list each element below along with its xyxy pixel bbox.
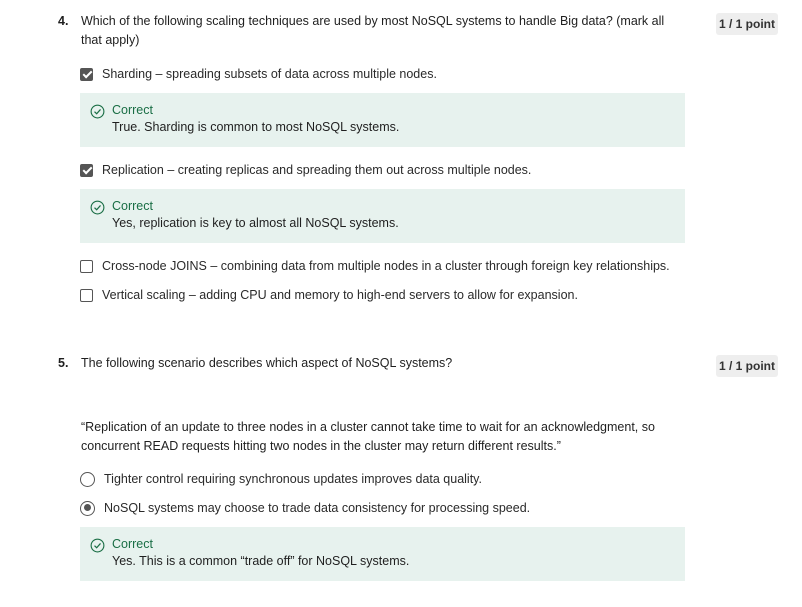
option-label: NoSQL systems may choose to trade data c… [104, 501, 531, 515]
option-replication[interactable]: Replication – creating replicas and spre… [80, 161, 531, 179]
check-circle-icon [90, 104, 105, 119]
score-badge: 1 / 1 point [716, 355, 778, 377]
feedback-title: Correct [112, 199, 153, 213]
option-sharding[interactable]: Sharding – spreading subsets of data acr… [80, 65, 437, 83]
feedback-correct: Correct Yes, replication is key to almos… [80, 189, 685, 243]
radio-selected[interactable] [80, 500, 95, 516]
question-number: 5. [58, 356, 69, 370]
question-text: The following scenario describes which a… [81, 356, 453, 370]
option-label: Vertical scaling – adding CPU and memory… [102, 288, 578, 302]
radio-unselected[interactable] [80, 471, 95, 487]
scenario-quote: “Replication of an update to three nodes… [81, 420, 655, 453]
score-badge: 1 / 1 point [716, 13, 778, 35]
checkbox-unchecked[interactable] [80, 288, 93, 302]
check-circle-icon [90, 200, 105, 215]
option-label: Replication – creating replicas and spre… [102, 163, 532, 177]
option-vertical-scaling[interactable]: Vertical scaling – adding CPU and memory… [80, 286, 578, 304]
feedback-correct: Correct Yes. This is a common “trade off… [80, 527, 685, 581]
option-label: Cross-node JOINS – combining data from m… [102, 259, 670, 273]
feedback-title: Correct [112, 537, 153, 551]
question-text: Which of the following scaling technique… [81, 14, 665, 47]
feedback-title: Correct [112, 103, 153, 117]
feedback-text: True. Sharding is common to most NoSQL s… [112, 120, 400, 134]
option-trade-consistency[interactable]: NoSQL systems may choose to trade data c… [80, 499, 530, 517]
option-tighter-control[interactable]: Tighter control requiring synchronous up… [80, 470, 482, 488]
option-label: Sharding – spreading subsets of data acr… [102, 67, 437, 81]
checkbox-checked[interactable] [80, 67, 93, 81]
checkbox-checked[interactable] [80, 163, 93, 177]
option-label: Tighter control requiring synchronous up… [104, 472, 482, 486]
feedback-correct: Correct True. Sharding is common to most… [80, 93, 685, 147]
feedback-text: Yes. This is a common “trade off” for No… [112, 554, 410, 568]
check-circle-icon [90, 538, 105, 553]
question-number: 4. [58, 14, 69, 28]
feedback-text: Yes, replication is key to almost all No… [112, 216, 399, 230]
option-cross-node-joins[interactable]: Cross-node JOINS – combining data from m… [80, 257, 670, 275]
checkbox-unchecked[interactable] [80, 259, 93, 273]
